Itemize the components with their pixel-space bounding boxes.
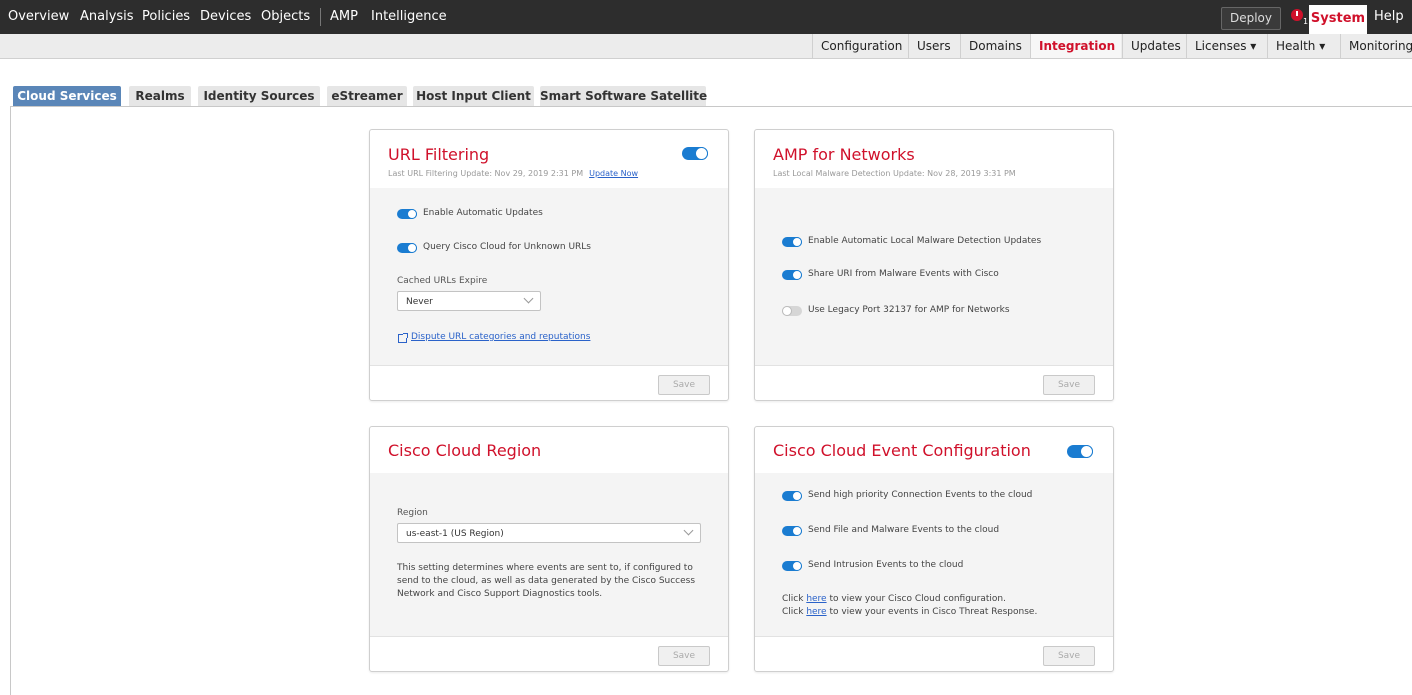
cloud-events-toggle[interactable] — [1067, 445, 1093, 458]
url-filtering-toggle[interactable] — [682, 147, 708, 160]
intrusion-events-toggle[interactable] — [782, 561, 802, 571]
url-filtering-save-button[interactable]: Save — [658, 375, 710, 395]
card-footer: Save — [755, 636, 1113, 671]
card-title: URL Filtering — [388, 145, 490, 164]
tab-identity-sources[interactable]: Identity Sources — [198, 86, 320, 106]
nav-objects[interactable]: Objects — [261, 9, 310, 24]
nav-system[interactable]: System — [1309, 5, 1367, 34]
connection-events-toggle[interactable] — [782, 491, 802, 501]
cloud-config-here-link[interactable]: here — [806, 594, 826, 604]
intrusion-events-label: Send Intrusion Events to the cloud — [808, 560, 964, 570]
threat-response-line: Click here to view your events in Cisco … — [782, 607, 1038, 617]
legacy-port-label: Use Legacy Port 32137 for AMP for Networ… — [808, 305, 1010, 315]
card-header: AMP for Networks Last Local Malware Dete… — [755, 130, 1113, 188]
nav-help[interactable]: Help — [1374, 9, 1404, 24]
auto-updates-label: Enable Automatic Updates — [423, 208, 543, 218]
alert-icon[interactable] — [1291, 9, 1303, 21]
subnav-integration[interactable]: Integration — [1030, 34, 1121, 58]
share-uri-label: Share URI from Malware Events with Cisco — [808, 269, 999, 279]
subnav-configuration[interactable]: Configuration — [812, 34, 910, 58]
deploy-button[interactable]: Deploy — [1221, 7, 1281, 30]
subnav-users[interactable]: Users — [908, 34, 958, 58]
card-subtitle: Last Local Malware Detection Update: Nov… — [773, 169, 1016, 178]
card-subtitle: Last URL Filtering Update: Nov 29, 2019 … — [388, 169, 639, 178]
card-header: Cisco Cloud Event Configuration — [755, 427, 1113, 473]
subnav-licenses[interactable]: Licenses ▾ — [1186, 34, 1265, 58]
tab-cloud-services[interactable]: Cloud Services — [13, 86, 121, 106]
system-sub-navigation: Configuration Users Domains Integration … — [0, 34, 1412, 59]
auto-updates-toggle[interactable] — [397, 209, 417, 219]
nav-analysis[interactable]: Analysis — [80, 9, 134, 24]
url-filtering-card: URL Filtering Last URL Filtering Update:… — [369, 129, 729, 401]
card-body: Region us-east-1 (US Region) This settin… — [370, 473, 728, 636]
nav-devices[interactable]: Devices — [200, 9, 251, 24]
card-body: Enable Automatic Local Malware Detection… — [755, 188, 1113, 366]
card-title: Cisco Cloud Region — [388, 441, 542, 460]
content-frame-border — [10, 107, 11, 695]
amp-for-networks-card: AMP for Networks Last Local Malware Dete… — [754, 129, 1114, 401]
amp-save-button[interactable]: Save — [1043, 375, 1095, 395]
local-malware-updates-label: Enable Automatic Local Malware Detection… — [808, 236, 1042, 246]
card-header: Cisco Cloud Region — [370, 427, 728, 473]
nav-overview[interactable]: Overview — [8, 9, 69, 24]
nav-intelligence[interactable]: Intelligence — [371, 9, 447, 24]
subnav-domains[interactable]: Domains — [960, 34, 1030, 58]
dispute-url-link[interactable]: Dispute URL categories and reputations — [411, 332, 590, 342]
external-link-icon — [398, 333, 408, 343]
subnav-monitoring[interactable]: Monitoring — [1340, 34, 1412, 58]
connection-events-label: Send high priority Connection Events to … — [808, 490, 1033, 500]
integration-tab-bar: Cloud Services Realms Identity Sources e… — [10, 86, 1412, 107]
card-body: Send high priority Connection Events to … — [755, 473, 1113, 636]
file-malware-events-toggle[interactable] — [782, 526, 802, 536]
nav-divider — [320, 8, 321, 26]
file-malware-events-label: Send File and Malware Events to the clou… — [808, 525, 1000, 535]
chevron-down-icon — [523, 293, 534, 304]
cloud-event-configuration-card: Cisco Cloud Event Configuration Send hig… — [754, 426, 1114, 672]
legacy-port-toggle[interactable] — [782, 306, 802, 316]
card-body: Enable Automatic Updates Query Cisco Clo… — [370, 188, 728, 366]
top-navigation-bar: Overview Analysis Policies Devices Objec… — [0, 0, 1412, 34]
cloud-config-line: Click here to view your Cisco Cloud conf… — [782, 594, 1006, 604]
region-label: Region — [397, 508, 428, 518]
card-title: AMP for Networks — [773, 145, 915, 164]
region-description: This setting determines where events are… — [397, 563, 696, 599]
tab-smart-software-satellite[interactable]: Smart Software Satellite — [540, 86, 707, 106]
chevron-down-icon — [683, 525, 694, 536]
nav-policies[interactable]: Policies — [142, 9, 190, 24]
card-footer: Save — [370, 365, 728, 400]
event-config-save-button[interactable]: Save — [1043, 646, 1095, 666]
tab-realms[interactable]: Realms — [129, 86, 191, 106]
query-cloud-label: Query Cisco Cloud for Unknown URLs — [423, 242, 591, 252]
card-footer: Save — [755, 365, 1113, 400]
cached-urls-select[interactable]: Never — [397, 291, 541, 311]
query-cloud-toggle[interactable] — [397, 243, 417, 253]
alert-count-badge: 1 — [1303, 17, 1309, 26]
share-uri-toggle[interactable] — [782, 270, 802, 280]
nav-amp[interactable]: AMP — [330, 9, 358, 24]
subnav-updates[interactable]: Updates — [1122, 34, 1186, 58]
tab-host-input-client[interactable]: Host Input Client — [413, 86, 534, 106]
card-header: URL Filtering Last URL Filtering Update:… — [370, 130, 728, 188]
cached-urls-label: Cached URLs Expire — [397, 276, 488, 286]
subnav-health[interactable]: Health ▾ — [1267, 34, 1340, 58]
region-save-button[interactable]: Save — [658, 646, 710, 666]
cloud-config-links: Click here to view your Cisco Cloud conf… — [782, 593, 1102, 619]
local-malware-updates-toggle[interactable] — [782, 237, 802, 247]
cisco-cloud-region-card: Cisco Cloud Region Region us-east-1 (US … — [369, 426, 729, 672]
region-select[interactable]: us-east-1 (US Region) — [397, 523, 701, 543]
tab-estreamer[interactable]: eStreamer — [327, 86, 407, 106]
cached-urls-value: Never — [406, 297, 433, 307]
threat-response-here-link[interactable]: here — [806, 607, 826, 617]
card-title: Cisco Cloud Event Configuration — [773, 441, 1031, 460]
region-value: us-east-1 (US Region) — [406, 529, 504, 539]
update-now-link[interactable]: Update Now — [589, 169, 638, 178]
card-footer: Save — [370, 636, 728, 671]
